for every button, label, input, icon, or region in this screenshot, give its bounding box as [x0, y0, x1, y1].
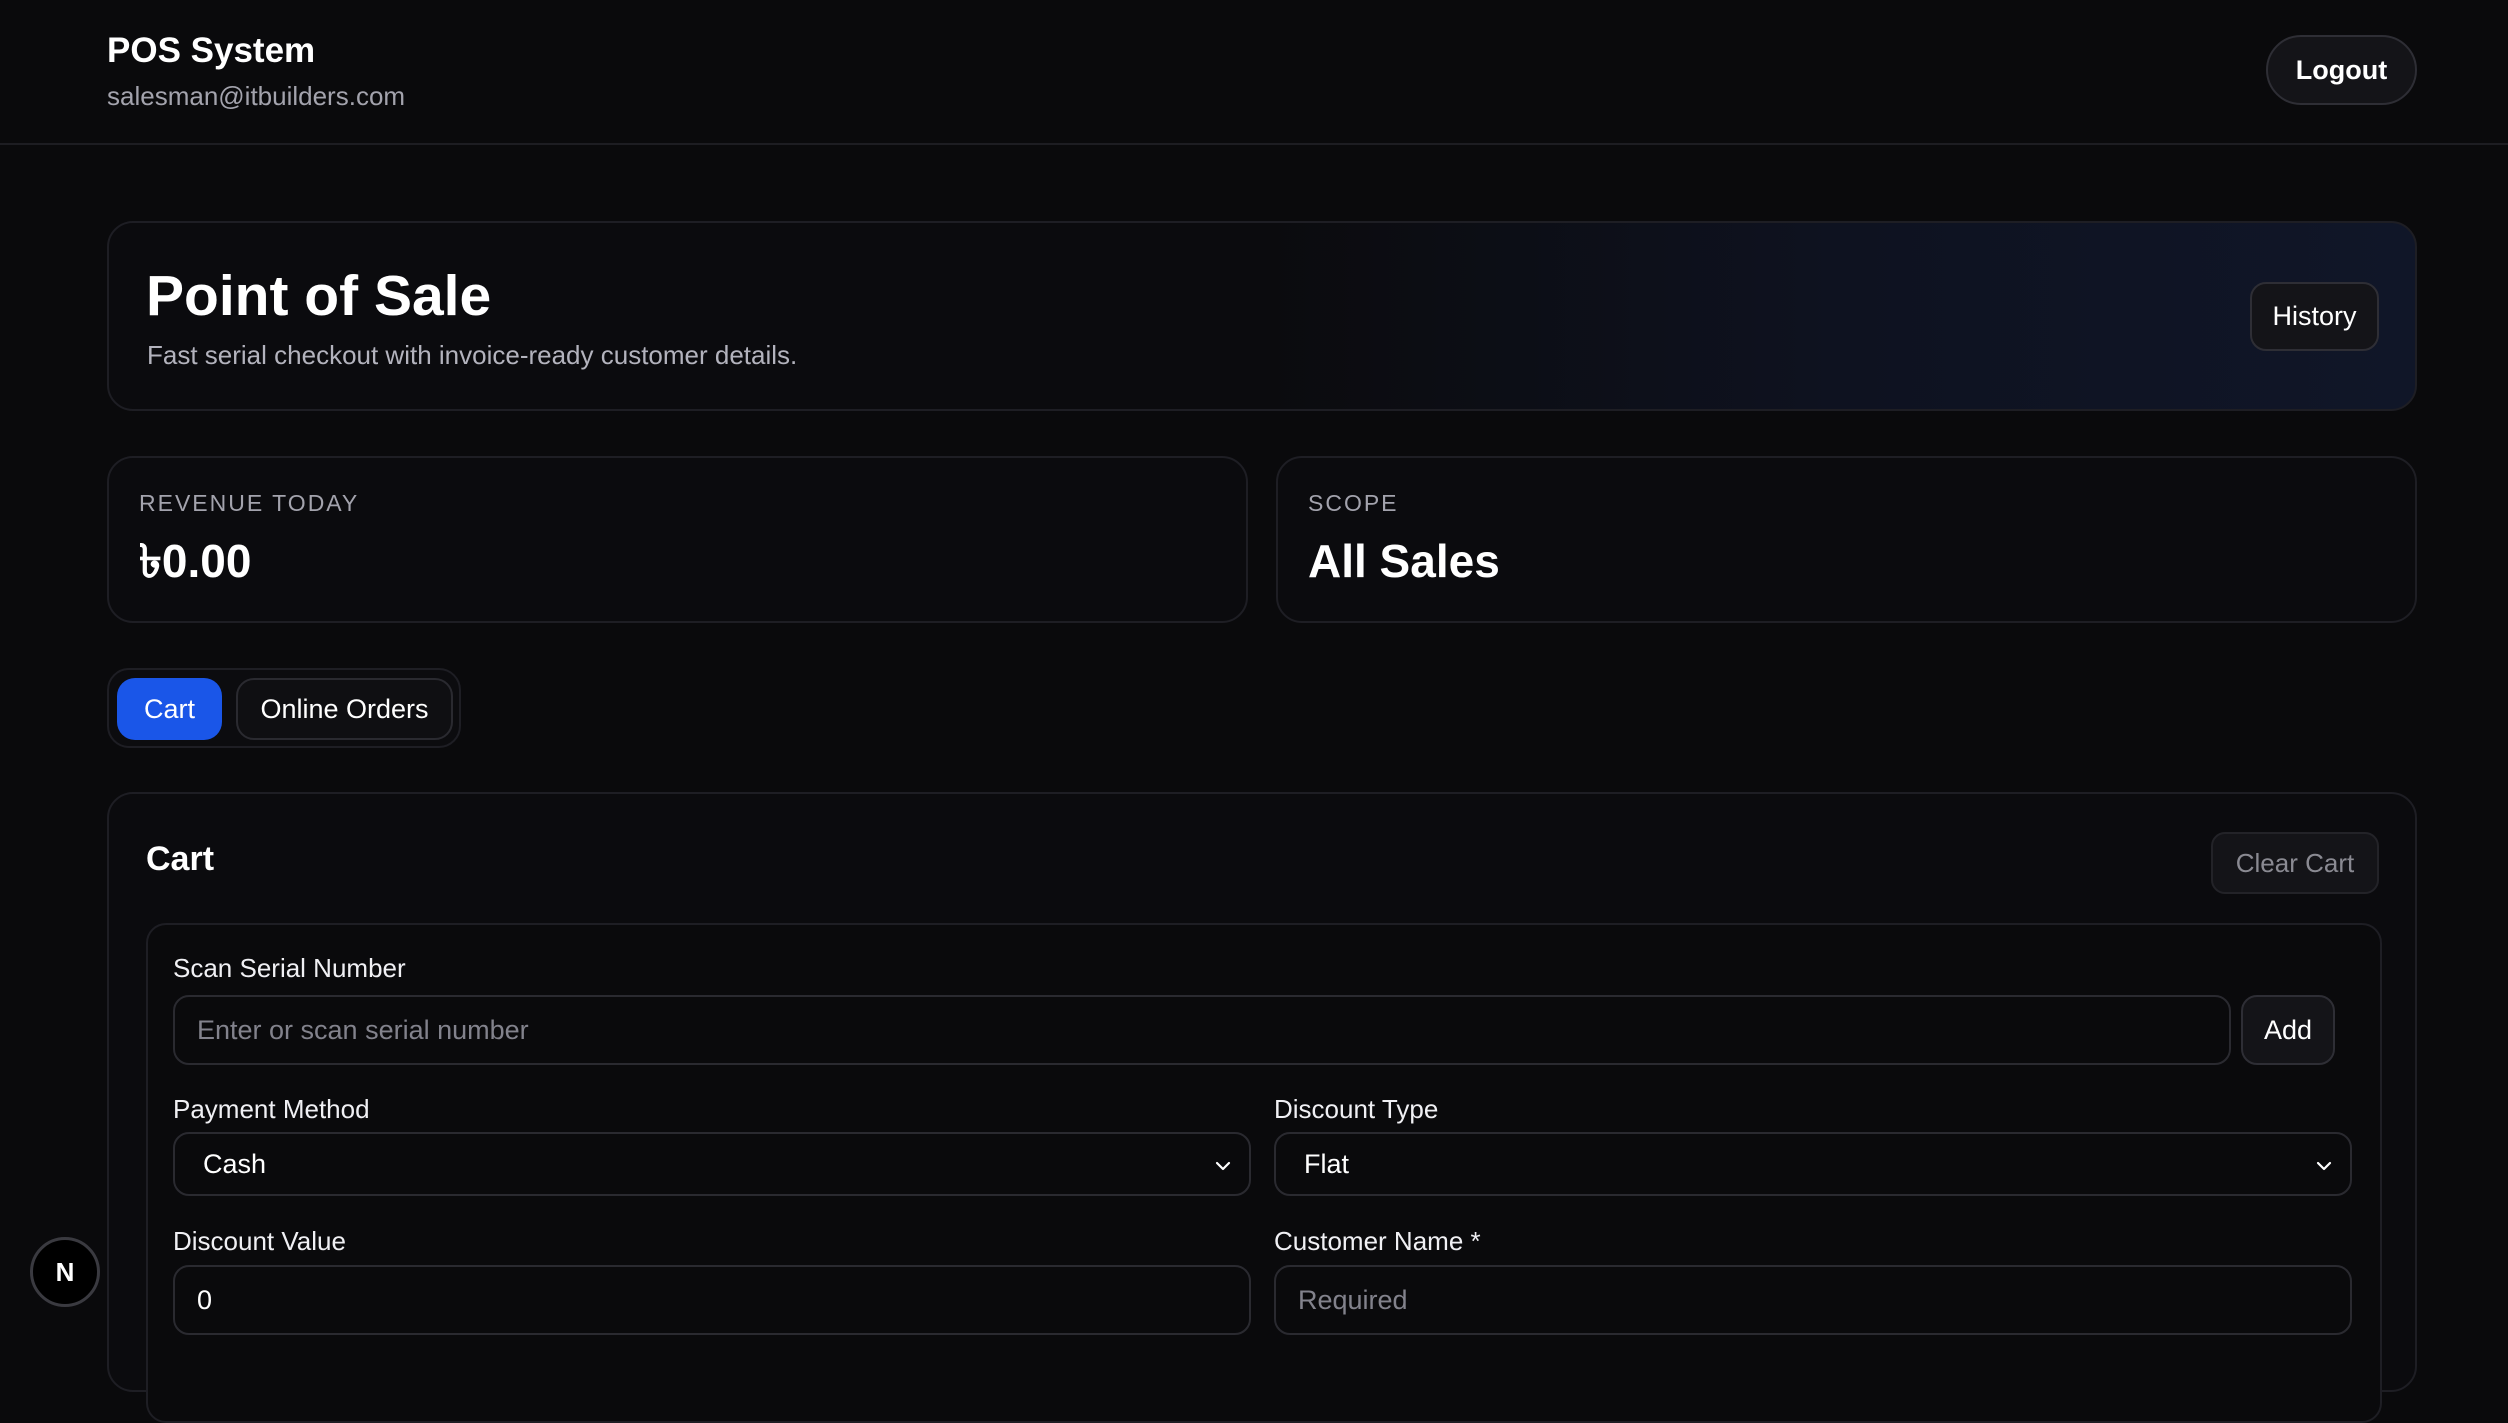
discount-value-text: 0	[197, 1284, 213, 1315]
chevron-down-icon	[1215, 1161, 1231, 1171]
revenue-value: ৳0.00	[139, 535, 252, 587]
dev-tools-badge[interactable]: N	[30, 1237, 100, 1307]
clear-cart-button[interactable]: Clear Cart	[2211, 832, 2379, 894]
payment-method-value: Cash	[203, 1148, 267, 1179]
revenue-card: REVENUE TODAY ৳0.00	[107, 456, 1248, 623]
customer-name-placeholder: Required	[1298, 1284, 1408, 1315]
revenue-label: REVENUE TODAY	[139, 490, 360, 516]
serial-input[interactable]: Enter or scan serial number	[173, 995, 2231, 1065]
discount-type-label: Discount Type	[1274, 1094, 1439, 1124]
history-button[interactable]: History	[2250, 282, 2379, 351]
discount-type-value: Flat	[1304, 1148, 1350, 1179]
app-title: POS System	[107, 31, 316, 70]
checkout-form: Scan Serial Number Enter or scan serial …	[146, 923, 2382, 1423]
discount-type-select[interactable]: Flat	[1274, 1132, 2352, 1196]
tab-bar: Cart Online Orders	[107, 668, 461, 748]
svg-text:N: N	[56, 1257, 75, 1287]
user-email: salesman@itbuilders.com	[107, 81, 406, 111]
discount-value-input[interactable]: 0	[173, 1265, 1251, 1335]
payment-method-select[interactable]: Cash	[173, 1132, 1251, 1196]
scope-card: SCOPE All Sales	[1276, 456, 2417, 623]
add-serial-button[interactable]: Add	[2241, 995, 2335, 1065]
logout-button[interactable]: Logout	[2266, 35, 2417, 105]
page-title: Point of Sale	[146, 264, 492, 328]
serial-label: Scan Serial Number	[173, 953, 406, 983]
customer-name-input[interactable]: Required	[1274, 1265, 2352, 1335]
hero-card: Point of Sale Fast serial checkout with …	[107, 221, 2417, 411]
tab-cart[interactable]: Cart	[117, 678, 222, 740]
cart-panel: Cart Clear Cart Scan Serial Number Enter…	[107, 792, 2417, 1423]
payment-method-label: Payment Method	[173, 1094, 370, 1124]
tab-online-orders[interactable]: Online Orders	[236, 678, 453, 740]
cart-title: Cart	[146, 840, 215, 878]
brand: POS System salesman@itbuilders.com	[107, 30, 405, 112]
scope-value: All Sales	[1308, 535, 1500, 587]
chevron-down-icon	[2316, 1161, 2332, 1171]
page-subtitle: Fast serial checkout with invoice-ready …	[147, 340, 798, 370]
serial-placeholder: Enter or scan serial number	[197, 1014, 529, 1045]
discount-value-label: Discount Value	[173, 1226, 346, 1256]
scope-label: SCOPE	[1308, 490, 1399, 516]
next-logo-icon: N	[56, 1257, 75, 1287]
top-bar: POS System salesman@itbuilders.com Logou…	[0, 0, 2508, 145]
customer-name-label: Customer Name *	[1274, 1226, 1481, 1256]
